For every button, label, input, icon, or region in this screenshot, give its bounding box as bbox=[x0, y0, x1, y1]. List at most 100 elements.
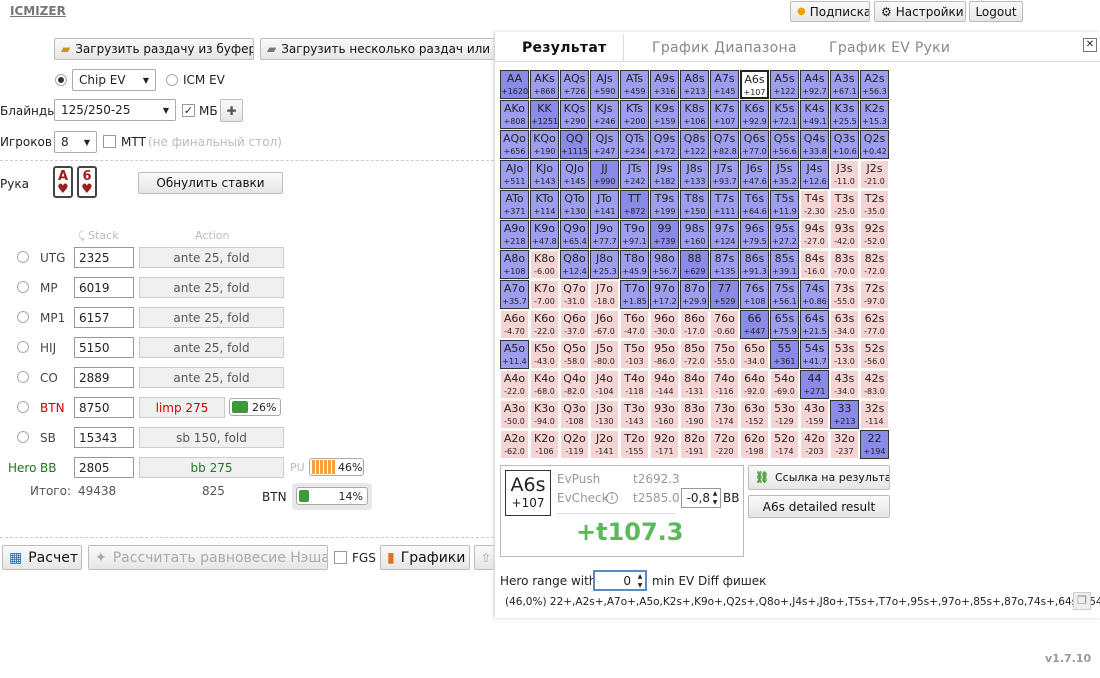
hand-cell[interactable]: A9s +316 bbox=[650, 70, 679, 99]
hand-cell[interactable]: KJo +143 bbox=[530, 160, 559, 189]
stack-input[interactable]: 6019 bbox=[74, 277, 134, 298]
hand-cell[interactable]: 93o -160 bbox=[650, 400, 679, 429]
hand-cell[interactable]: 63o -152 bbox=[740, 400, 769, 429]
hand-cell[interactable]: T4o -118 bbox=[620, 370, 649, 399]
charts-button[interactable]: ▮ Графики bbox=[380, 545, 470, 570]
hand-cell[interactable]: 86o -17.0 bbox=[680, 310, 709, 339]
add-button[interactable]: ✚ bbox=[220, 99, 243, 122]
position-radio[interactable] bbox=[17, 371, 29, 383]
hand-cell[interactable]: T7s +111 bbox=[710, 190, 739, 219]
stepper-icon[interactable]: ▲ ▼ bbox=[635, 572, 645, 590]
hand-cell[interactable]: J5s +35.2 bbox=[770, 160, 799, 189]
hand-cell[interactable]: K6s +92.9 bbox=[740, 100, 769, 129]
hand-cell[interactable]: 22 +194 bbox=[860, 430, 889, 459]
position-radio[interactable] bbox=[17, 251, 29, 263]
hand-cell[interactable]: 87s +135 bbox=[710, 250, 739, 279]
hand-cell[interactable]: 55 +361 bbox=[770, 340, 799, 369]
hand-cell[interactable]: 54o -69.0 bbox=[770, 370, 799, 399]
hand-cell[interactable]: 62s -77.0 bbox=[860, 310, 889, 339]
hand-cell[interactable]: K9s +159 bbox=[650, 100, 679, 129]
blinds-select[interactable]: 125/250-25 ▼ bbox=[54, 99, 176, 121]
action-field[interactable]: sb 150, fold bbox=[139, 427, 284, 448]
hand-cell[interactable]: JJ +990 bbox=[590, 160, 619, 189]
hand-cell[interactable]: J3s -11.0 bbox=[830, 160, 859, 189]
hand-cell[interactable]: K2o -106 bbox=[530, 430, 559, 459]
chip-ev-radio[interactable] bbox=[55, 74, 67, 86]
hand-cell[interactable]: 82o -191 bbox=[680, 430, 709, 459]
hand-cell[interactable]: 52s -56.0 bbox=[860, 340, 889, 369]
btn-range-indicator[interactable]: 26% bbox=[229, 398, 281, 416]
players-select[interactable]: 8 ▼ bbox=[54, 131, 97, 153]
hand-cell[interactable]: A6s +107 bbox=[740, 70, 769, 99]
hand-cell[interactable]: AJs +590 bbox=[590, 70, 619, 99]
hand-cell[interactable]: QQ +1115 bbox=[560, 130, 589, 159]
hand-cell[interactable]: AKo +808 bbox=[500, 100, 529, 129]
hand-cell[interactable]: 33 +213 bbox=[830, 400, 859, 429]
hand-cell[interactable]: 98o +56.7 bbox=[650, 250, 679, 279]
hand-cell[interactable]: A8s +213 bbox=[680, 70, 709, 99]
hand-cell[interactable]: 83o -190 bbox=[680, 400, 709, 429]
hand-cell[interactable]: J2s -21.0 bbox=[860, 160, 889, 189]
settings-button[interactable]: ⚙ Настройки bbox=[874, 1, 966, 22]
hand-cell[interactable]: J6s +47.6 bbox=[740, 160, 769, 189]
hand-cell[interactable]: K4s +49.1 bbox=[800, 100, 829, 129]
hand-cell[interactable]: A2s +56.3 bbox=[860, 70, 889, 99]
hand-cell[interactable]: T8o +45.9 bbox=[620, 250, 649, 279]
chip-ev-select[interactable]: Chip EV ▼ bbox=[72, 69, 156, 91]
app-logo[interactable]: ICMIZER bbox=[10, 4, 66, 18]
hand-cell[interactable]: 65o -34.0 bbox=[740, 340, 769, 369]
copy-icon[interactable]: ❐ bbox=[1073, 592, 1091, 610]
hand-cell[interactable]: JTs +242 bbox=[620, 160, 649, 189]
hand-cell[interactable]: Q2o -119 bbox=[560, 430, 589, 459]
hand-cell[interactable]: 53s -13.0 bbox=[830, 340, 859, 369]
hand-cell[interactable]: A8o +108 bbox=[500, 250, 529, 279]
stack-input[interactable]: 15343 bbox=[74, 427, 134, 448]
hand-cell[interactable]: AQs +726 bbox=[560, 70, 589, 99]
hand-cell[interactable]: J8o +25.3 bbox=[590, 250, 619, 279]
hand-cell[interactable]: 42s -83.0 bbox=[860, 370, 889, 399]
action-field[interactable]: ante 25, fold bbox=[139, 367, 284, 388]
action-field[interactable]: bb 275 bbox=[139, 457, 284, 478]
stack-input[interactable]: 2805 bbox=[74, 457, 134, 478]
hand-cell[interactable]: J2o -141 bbox=[590, 430, 619, 459]
hand-cell[interactable]: K5s +72.1 bbox=[770, 100, 799, 129]
hand-cell[interactable]: KK +1251 bbox=[530, 100, 559, 129]
hand-cell[interactable]: 65s +75.9 bbox=[770, 310, 799, 339]
hand-cell[interactable]: Q6o -37.0 bbox=[560, 310, 589, 339]
hand-cell[interactable]: 75s +56.1 bbox=[770, 280, 799, 309]
hand-cell[interactable]: T6s +64.6 bbox=[740, 190, 769, 219]
hand-cell[interactable]: 54s +41.7 bbox=[800, 340, 829, 369]
hand-cell[interactable]: 53o -129 bbox=[770, 400, 799, 429]
hand-cell[interactable]: J7s +93.7 bbox=[710, 160, 739, 189]
reset-bets-button[interactable]: Обнулить ставки bbox=[138, 172, 283, 194]
hand-cell[interactable]: J3o -130 bbox=[590, 400, 619, 429]
hand-cell[interactable]: AQo +656 bbox=[500, 130, 529, 159]
hand-cell[interactable]: QTo +130 bbox=[560, 190, 589, 219]
position-radio[interactable] bbox=[17, 311, 29, 323]
hand-cell[interactable]: Q8s +122 bbox=[680, 130, 709, 159]
hand-cell[interactable]: 96s +79.5 bbox=[740, 220, 769, 249]
hand-cell[interactable]: AA +1620 bbox=[500, 70, 529, 99]
hand-cell[interactable]: K9o +47.8 bbox=[530, 220, 559, 249]
hand-cell[interactable]: 92o -171 bbox=[650, 430, 679, 459]
hand-cell[interactable]: 77 +529 bbox=[710, 280, 739, 309]
hand-cell[interactable]: Q7o -31.0 bbox=[560, 280, 589, 309]
stack-input[interactable]: 2325 bbox=[74, 247, 134, 268]
hand-cell[interactable]: KTs +200 bbox=[620, 100, 649, 129]
hand-cell[interactable]: 82s -72.0 bbox=[860, 250, 889, 279]
hand-cell[interactable]: 85o -72.0 bbox=[680, 340, 709, 369]
position-radio[interactable] bbox=[17, 281, 29, 293]
hand-cell[interactable]: Q9o +65.4 bbox=[560, 220, 589, 249]
hand-cell[interactable]: A5s +122 bbox=[770, 70, 799, 99]
hand-cell[interactable]: 43s -34.0 bbox=[830, 370, 859, 399]
tab-result[interactable]: Результат bbox=[522, 40, 607, 56]
hand-cell[interactable]: 94s -27.0 bbox=[800, 220, 829, 249]
hand-cell[interactable]: ATs +459 bbox=[620, 70, 649, 99]
hand-cell[interactable]: QJs +247 bbox=[590, 130, 619, 159]
hand-cell[interactable]: T8s +150 bbox=[680, 190, 709, 219]
stepper-icon[interactable]: ▲ ▼ bbox=[710, 489, 720, 507]
hand-cell[interactable]: T9s +199 bbox=[650, 190, 679, 219]
stack-input[interactable]: 5150 bbox=[74, 337, 134, 358]
hand-cell[interactable]: K2s +15.3 bbox=[860, 100, 889, 129]
hand-cell[interactable]: 93s -42.0 bbox=[830, 220, 859, 249]
